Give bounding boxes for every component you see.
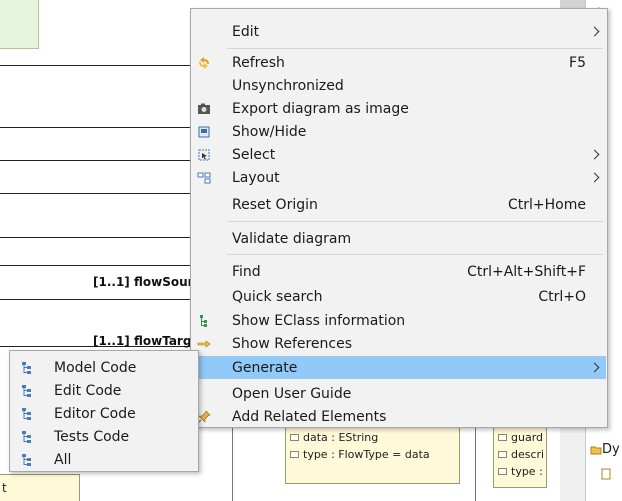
connector-line[interactable] (0, 65, 200, 66)
menu-item-unsynchronized[interactable]: Unsynchronized (192, 74, 606, 97)
attribute-icon (498, 468, 507, 475)
menu-separator (227, 254, 603, 255)
attribute-row[interactable]: guard (494, 429, 546, 446)
attribute-icon (290, 434, 299, 441)
menu-item-quick-search[interactable]: Quick search Ctrl+O (192, 285, 606, 308)
menu-item-validate-diagram[interactable]: Validate diagram (192, 227, 606, 250)
hierarchy-icon (196, 313, 212, 329)
menu-item-edit[interactable]: Edit (192, 20, 606, 43)
connector-line[interactable] (0, 160, 200, 161)
menu-separator (227, 221, 603, 222)
camera-icon (196, 101, 212, 117)
generate-edit-icon (22, 384, 31, 397)
submenu-item-editor-code[interactable]: Editor Code (11, 402, 197, 425)
diagram-node-green[interactable] (0, 0, 39, 49)
menu-item-export-diagram[interactable]: Export diagram as image (192, 97, 606, 120)
submenu-arrow-icon (589, 362, 600, 373)
folder-icon (590, 446, 602, 454)
menu-item-layout[interactable]: Layout (192, 166, 606, 189)
attribute-icon (498, 434, 507, 441)
generate-submenu[interactable]: Model Code Edit Code Editor Code Tests C… (9, 350, 199, 472)
menu-item-show-eclass-information[interactable]: Show EClass information (192, 309, 606, 332)
submenu-arrow-icon (589, 172, 600, 183)
menu-item-open-user-guide[interactable]: Open User Guide (192, 382, 606, 405)
attribute-row[interactable]: type : FlowType = data (286, 446, 459, 463)
document-icon (601, 468, 611, 479)
menu-separator (227, 48, 603, 49)
refresh-icon (196, 55, 212, 71)
reference-label-flow-target: [1..1] flowTarg (93, 334, 192, 348)
connector-line[interactable] (0, 299, 200, 300)
generate-all-icon (22, 453, 31, 466)
eclass-box-flow[interactable]: data : EString type : FlowType = data (285, 424, 460, 484)
menu-item-reset-origin[interactable]: Reset Origin Ctrl+Home (192, 193, 606, 216)
show-hide-icon (196, 124, 212, 140)
eclass-box-transition[interactable]: guard descri type : (493, 424, 547, 488)
context-menu[interactable]: Edit Refresh F5 Unsynchronized Export di… (190, 8, 608, 428)
menu-item-show-hide[interactable]: Show/Hide (192, 120, 606, 143)
menu-item-find[interactable]: Find Ctrl+Alt+Shift+F (192, 260, 606, 283)
menu-item-select[interactable]: Select (192, 143, 606, 166)
menu-item-refresh[interactable]: Refresh F5 (192, 51, 606, 74)
panel-item-dynamic[interactable]: Dy (590, 442, 620, 457)
attribute-row[interactable]: descri (494, 446, 546, 463)
submenu-arrow-icon (589, 26, 600, 37)
attribute-icon (290, 451, 299, 458)
panel-icon-row[interactable] (600, 466, 612, 481)
connector-line[interactable] (0, 193, 200, 194)
submenu-item-tests-code[interactable]: Tests Code (11, 425, 197, 448)
connector-line[interactable] (0, 127, 200, 128)
attribute-row[interactable]: data : EString (286, 429, 459, 446)
submenu-arrow-icon (589, 149, 600, 160)
connector-line-vertical (475, 428, 476, 501)
connector-line[interactable] (0, 265, 200, 266)
select-icon (196, 147, 212, 163)
submenu-item-model-code[interactable]: Model Code (11, 356, 197, 379)
submenu-item-edit-code[interactable]: Edit Code (11, 379, 197, 402)
reference-label-flow-source: [1..1] flowSour (93, 275, 194, 289)
layout-icon (196, 170, 212, 186)
generate-model-icon (22, 361, 31, 374)
menu-item-show-references[interactable]: Show References (192, 332, 606, 355)
diagram-node-bottom[interactable]: t (0, 474, 80, 501)
attribute-icon (498, 451, 507, 458)
connector-line-vertical (232, 428, 233, 501)
menu-item-generate[interactable]: Generate (192, 356, 606, 379)
generate-editor-icon (22, 407, 31, 420)
generate-tests-icon (22, 430, 31, 443)
submenu-item-all[interactable]: All (11, 448, 197, 471)
menu-item-add-related-elements[interactable]: Add Related Elements (192, 405, 606, 428)
connector-line[interactable] (0, 237, 200, 238)
attribute-row[interactable]: type : (494, 463, 546, 480)
